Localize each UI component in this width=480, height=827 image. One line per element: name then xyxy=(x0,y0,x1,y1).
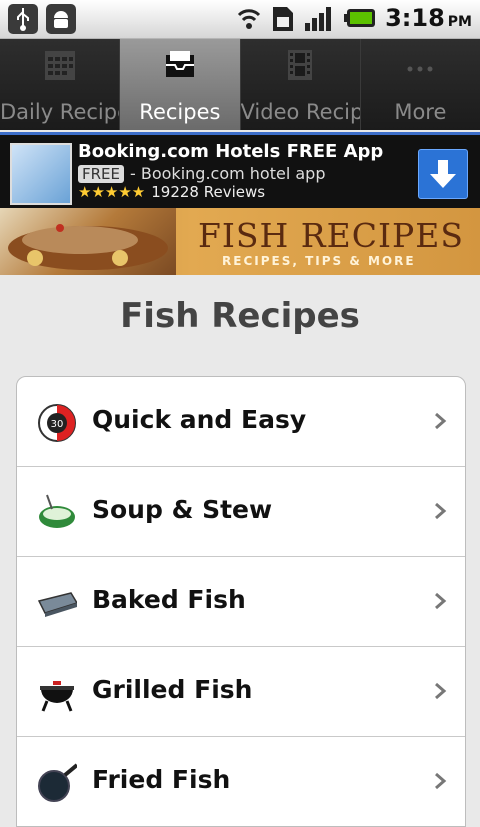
timer-30-icon: 30 xyxy=(38,404,76,442)
ad-banner[interactable]: Booking.com Hotels FREE App FREE - Bookin… xyxy=(0,132,480,208)
row-label: Grilled Fish xyxy=(92,675,253,704)
list-item-fried-fish[interactable]: Fried Fish xyxy=(17,737,465,826)
inbox-icon xyxy=(165,51,194,77)
tab-daily-recipes[interactable]: Daily Recipes xyxy=(0,39,121,130)
page-title: Fish Recipes xyxy=(120,296,360,336)
calendar-icon xyxy=(44,51,75,80)
banner-title: FISH RECIPES xyxy=(198,216,464,255)
ad-app-icon xyxy=(10,143,72,205)
grill-icon xyxy=(40,681,74,712)
row-label: Fried Fish xyxy=(92,765,231,794)
status-bar: 3:18 PM xyxy=(0,0,480,39)
battery-icon xyxy=(344,9,376,27)
list-item-quick-and-easy[interactable]: 30 Quick and Easy xyxy=(17,377,465,467)
more-icon xyxy=(407,66,433,72)
tab-label: Daily Recipes xyxy=(0,100,119,124)
star-rating: ★★★★★ xyxy=(78,183,146,201)
usb-icon xyxy=(8,4,38,34)
fish-recipes-banner: FISH RECIPES RECIPES, TIPS & MORE xyxy=(0,208,480,275)
chevron-right-icon xyxy=(435,412,447,430)
free-badge: FREE xyxy=(78,165,125,183)
download-button[interactable] xyxy=(418,149,468,199)
ad-subtitle: - Booking.com hotel app xyxy=(130,164,326,183)
tab-label: Recipes xyxy=(139,100,221,124)
fish-dish-image xyxy=(0,208,176,275)
baking-pan-icon xyxy=(37,592,77,617)
chevron-right-icon xyxy=(435,502,447,520)
sim-icon xyxy=(273,7,294,31)
list-item-baked-fish[interactable]: Baked Fish xyxy=(17,557,465,647)
wifi-icon xyxy=(238,9,261,29)
list-item-grilled-fish[interactable]: Grilled Fish xyxy=(17,647,465,737)
list-item-soup-and-stew[interactable]: Soup & Stew xyxy=(17,467,465,557)
frying-pan-icon xyxy=(38,763,77,802)
tab-recipes[interactable]: Recipes xyxy=(120,39,241,130)
tab-label: Video Recipe xyxy=(240,100,360,124)
ad-title: Booking.com Hotels FREE App xyxy=(78,141,384,162)
soup-bowl-icon xyxy=(39,494,75,528)
signal-icon xyxy=(305,7,332,31)
svg-text:30: 30 xyxy=(51,419,64,430)
tab-more[interactable]: More xyxy=(361,39,480,130)
tab-bar: Daily Recipes Recipes Video Recipe More xyxy=(0,39,480,130)
android-debug-icon xyxy=(46,4,76,34)
chevron-right-icon xyxy=(435,772,447,790)
chevron-right-icon xyxy=(435,682,447,700)
category-list: 30 Quick and Easy Soup & Stew Baked Fish… xyxy=(16,376,466,827)
download-arrow-icon xyxy=(430,160,456,188)
film-icon xyxy=(288,50,313,80)
tab-video-recipe[interactable]: Video Recipe xyxy=(241,39,361,130)
banner-subtitle: RECIPES, TIPS & MORE xyxy=(222,254,416,268)
ad-subtitle-line: FREE - Booking.com hotel app xyxy=(78,164,325,183)
row-label: Baked Fish xyxy=(92,585,246,614)
row-label: Soup & Stew xyxy=(92,495,273,524)
row-label: Quick and Easy xyxy=(92,405,307,434)
ad-rating-line: ★★★★★ 19228 Reviews xyxy=(78,183,265,201)
ad-reviews: 19228 Reviews xyxy=(151,183,266,201)
tab-label: More xyxy=(394,100,447,124)
clock: 3:18 PM xyxy=(385,4,472,32)
chevron-right-icon xyxy=(435,592,447,610)
